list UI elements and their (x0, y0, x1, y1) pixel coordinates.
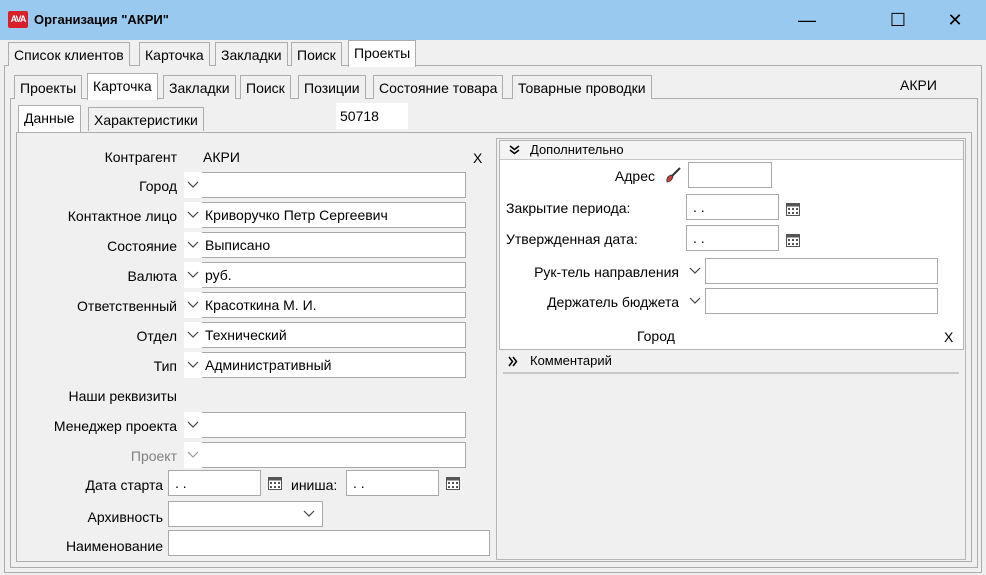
budget-holder-field[interactable] (705, 288, 938, 314)
chevron-down-icon[interactable] (184, 442, 202, 468)
tab-bookmarks[interactable]: Закладки (215, 42, 288, 66)
tab-data[interactable]: Данные (18, 105, 81, 132)
approved-date-label: Утвержденная дата: (506, 231, 638, 247)
contragent-value: АКРИ (203, 149, 240, 165)
city-label: Город (139, 178, 177, 194)
app-logo-icon: AVA (8, 11, 28, 28)
tab-projects-sub[interactable]: Проекты (14, 75, 83, 99)
tab-goods-postings[interactable]: Товарные проводки (512, 75, 652, 99)
period-close-label: Закрытие периода: (506, 200, 631, 216)
project-label: Проект (130, 448, 177, 464)
minimize-button[interactable]: — (784, 5, 830, 35)
maximize-button[interactable]: ☐ (875, 5, 921, 35)
right-city-clear-button[interactable]: X (944, 329, 953, 345)
city-field[interactable] (202, 172, 466, 198)
chevron-down-icon[interactable] (184, 232, 202, 258)
start-date-field[interactable]: . . (168, 470, 261, 496)
finish-date-field[interactable]: . . (346, 470, 439, 496)
brush-icon[interactable] (664, 166, 682, 184)
chevron-down-icon[interactable] (686, 258, 704, 284)
start-date-label: Дата старта (85, 477, 163, 493)
contact-label: Контактное лицо (67, 208, 177, 224)
address-label: Адрес (614, 168, 655, 184)
contragent-label: Контрагент (104, 149, 177, 165)
project-manager-field[interactable] (202, 412, 466, 438)
direction-head-field[interactable] (705, 258, 938, 284)
chevron-down-icon[interactable] (184, 352, 202, 378)
chevron-down-icon[interactable] (184, 202, 202, 228)
tab-search-sub[interactable]: Поиск (240, 75, 291, 99)
responsible-field[interactable]: Красоткина М. И. (202, 292, 466, 318)
finish-date-label: иниша: (291, 477, 338, 493)
project-number: 50718 (336, 103, 408, 129)
type-field[interactable]: Административный (202, 352, 466, 378)
calendar-icon[interactable] (786, 233, 800, 247)
tab-card[interactable]: Карточка (139, 42, 210, 66)
tab-positions[interactable]: Позиции (298, 75, 366, 99)
archive-select[interactable] (168, 501, 323, 527)
chevron-down-icon[interactable] (686, 288, 704, 314)
tab-search[interactable]: Поиск (291, 42, 342, 66)
comment-title: Комментарий (530, 353, 612, 368)
org-name-label: АКРИ (900, 77, 937, 93)
tab-characteristics[interactable]: Характеристики (88, 107, 204, 131)
chevron-down-icon[interactable] (184, 322, 202, 348)
direction-head-label: Рук-тель направления (534, 264, 679, 280)
chevron-down-icon[interactable] (184, 412, 202, 438)
chevron-down-icon[interactable] (184, 292, 202, 318)
address-field[interactable] (688, 162, 772, 188)
state-label: Состояние (107, 238, 177, 254)
department-field[interactable]: Технический (202, 322, 466, 348)
archive-label: Архивность (87, 509, 163, 525)
additional-title: Дополнительно (530, 142, 624, 157)
contact-field[interactable]: Криворучко Петр Сергеевич (202, 202, 466, 228)
tab-goods-state[interactable]: Состояние товара (373, 75, 504, 99)
period-close-field[interactable]: . . (686, 194, 779, 220)
type-label: Тип (153, 358, 177, 374)
name-label: Наименование (65, 538, 163, 554)
tab-card-sub[interactable]: Карточка (87, 73, 158, 100)
currency-label: Валюта (127, 268, 177, 284)
double-chevron-down-icon[interactable] (509, 145, 520, 155)
right-city-label: Город (637, 328, 675, 344)
chevron-down-icon[interactable] (184, 262, 202, 288)
chevron-down-icon[interactable] (184, 172, 202, 198)
approved-date-field[interactable]: . . (686, 225, 779, 251)
name-field[interactable] (168, 530, 490, 556)
contragent-clear-button[interactable]: X (473, 150, 482, 166)
calendar-icon[interactable] (446, 476, 460, 490)
close-button[interactable]: ✕ (932, 5, 978, 35)
calendar-icon[interactable] (786, 202, 800, 216)
budget-holder-label: Держатель бюджета (547, 294, 679, 310)
project-manager-label: Менеджер проекта (53, 418, 177, 434)
window-title: Организация "АКРИ" (34, 12, 169, 27)
department-label: Отдел (136, 328, 178, 344)
state-field[interactable]: Выписано (202, 232, 466, 258)
chevron-down-icon[interactable] (303, 510, 315, 518)
tab-client-list[interactable]: Список клиентов (8, 42, 130, 66)
tab-projects[interactable]: Проекты (348, 40, 417, 67)
our-requisites-heading: Наши реквизиты (68, 388, 177, 404)
currency-field[interactable]: руб. (202, 262, 466, 288)
tab-bookmarks-sub[interactable]: Закладки (163, 75, 236, 99)
project-field[interactable] (202, 442, 466, 468)
double-chevron-right-icon[interactable] (508, 356, 518, 367)
responsible-label: Ответственный (77, 298, 177, 314)
calendar-icon[interactable] (268, 476, 282, 490)
